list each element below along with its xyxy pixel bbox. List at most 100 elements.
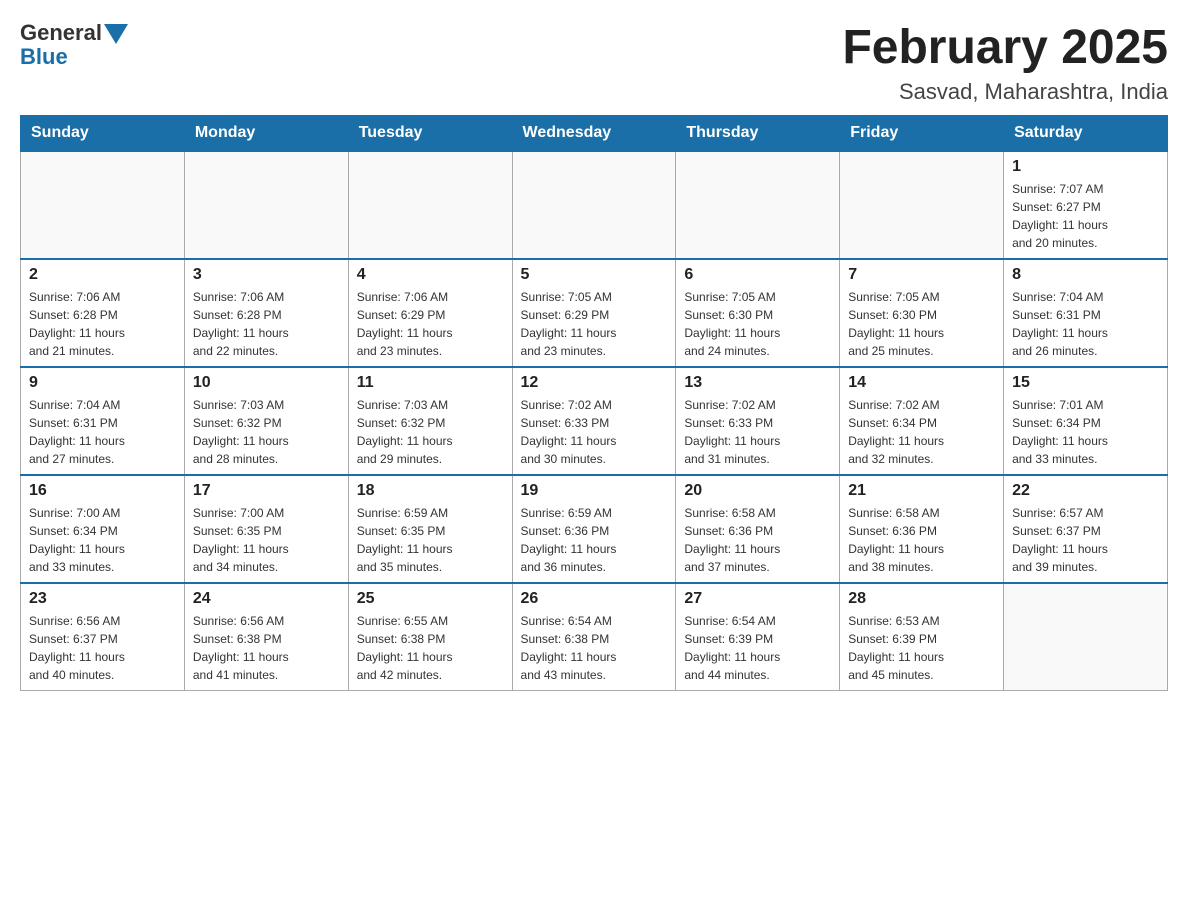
week-row-2: 2 Sunrise: 7:06 AM Sunset: 6:28 PM Daylig… (21, 259, 1168, 367)
day-number: 8 (1012, 266, 1159, 284)
calendar-cell (184, 151, 348, 259)
calendar-cell: 13 Sunrise: 7:02 AM Sunset: 6:33 PM Dayli… (676, 367, 840, 475)
day-info: Sunrise: 6:56 AM Sunset: 6:37 PM Dayligh… (29, 612, 176, 684)
day-info: Sunrise: 6:57 AM Sunset: 6:37 PM Dayligh… (1012, 504, 1159, 576)
day-number: 9 (29, 374, 176, 392)
weekday-header-friday: Friday (840, 116, 1004, 152)
day-number: 26 (521, 590, 668, 608)
day-info: Sunrise: 6:59 AM Sunset: 6:35 PM Dayligh… (357, 504, 504, 576)
calendar-cell: 5 Sunrise: 7:05 AM Sunset: 6:29 PM Daylig… (512, 259, 676, 367)
day-number: 5 (521, 266, 668, 284)
calendar-cell: 22 Sunrise: 6:57 AM Sunset: 6:37 PM Dayli… (1004, 475, 1168, 583)
calendar-cell: 11 Sunrise: 7:03 AM Sunset: 6:32 PM Dayli… (348, 367, 512, 475)
day-info: Sunrise: 7:04 AM Sunset: 6:31 PM Dayligh… (1012, 288, 1159, 360)
weekday-header-wednesday: Wednesday (512, 116, 676, 152)
day-number: 11 (357, 374, 504, 392)
day-number: 3 (193, 266, 340, 284)
day-info: Sunrise: 6:54 AM Sunset: 6:38 PM Dayligh… (521, 612, 668, 684)
day-number: 27 (684, 590, 831, 608)
calendar-cell: 19 Sunrise: 6:59 AM Sunset: 6:36 PM Dayli… (512, 475, 676, 583)
day-number: 12 (521, 374, 668, 392)
weekday-header-row: SundayMondayTuesdayWednesdayThursdayFrid… (21, 116, 1168, 152)
day-info: Sunrise: 7:03 AM Sunset: 6:32 PM Dayligh… (357, 396, 504, 468)
week-row-1: 1 Sunrise: 7:07 AM Sunset: 6:27 PM Daylig… (21, 151, 1168, 259)
day-number: 2 (29, 266, 176, 284)
page-header: General Blue February 2025 Sasvad, Mahar… (20, 20, 1168, 105)
day-info: Sunrise: 7:06 AM Sunset: 6:29 PM Dayligh… (357, 288, 504, 360)
day-number: 23 (29, 590, 176, 608)
day-info: Sunrise: 7:05 AM Sunset: 6:30 PM Dayligh… (848, 288, 995, 360)
weekday-header-saturday: Saturday (1004, 116, 1168, 152)
day-number: 4 (357, 266, 504, 284)
logo-blue-text: Blue (20, 44, 68, 70)
calendar-cell: 4 Sunrise: 7:06 AM Sunset: 6:29 PM Daylig… (348, 259, 512, 367)
day-number: 21 (848, 482, 995, 500)
calendar-cell: 12 Sunrise: 7:02 AM Sunset: 6:33 PM Dayli… (512, 367, 676, 475)
calendar-table: SundayMondayTuesdayWednesdayThursdayFrid… (20, 115, 1168, 691)
calendar-cell: 21 Sunrise: 6:58 AM Sunset: 6:36 PM Dayli… (840, 475, 1004, 583)
calendar-cell: 3 Sunrise: 7:06 AM Sunset: 6:28 PM Daylig… (184, 259, 348, 367)
month-title: February 2025 (842, 20, 1168, 75)
week-row-4: 16 Sunrise: 7:00 AM Sunset: 6:34 PM Dayli… (21, 475, 1168, 583)
logo-triangle-icon (104, 24, 128, 44)
calendar-cell: 28 Sunrise: 6:53 AM Sunset: 6:39 PM Dayli… (840, 583, 1004, 691)
day-info: Sunrise: 7:02 AM Sunset: 6:33 PM Dayligh… (684, 396, 831, 468)
week-row-3: 9Sunrise: 7:04 AM Sunset: 6:31 PM Daylig… (21, 367, 1168, 475)
day-number: 1 (1012, 158, 1159, 176)
weekday-header-tuesday: Tuesday (348, 116, 512, 152)
day-info: Sunrise: 6:58 AM Sunset: 6:36 PM Dayligh… (684, 504, 831, 576)
title-section: February 2025 Sasvad, Maharashtra, India (842, 20, 1168, 105)
day-number: 17 (193, 482, 340, 500)
weekday-header-thursday: Thursday (676, 116, 840, 152)
day-info: Sunrise: 7:00 AM Sunset: 6:35 PM Dayligh… (193, 504, 340, 576)
day-number: 16 (29, 482, 176, 500)
day-number: 10 (193, 374, 340, 392)
day-number: 14 (848, 374, 995, 392)
calendar-cell: 18 Sunrise: 6:59 AM Sunset: 6:35 PM Dayli… (348, 475, 512, 583)
calendar-cell: 14 Sunrise: 7:02 AM Sunset: 6:34 PM Dayli… (840, 367, 1004, 475)
day-number: 28 (848, 590, 995, 608)
day-number: 15 (1012, 374, 1159, 392)
calendar-cell: 20 Sunrise: 6:58 AM Sunset: 6:36 PM Dayli… (676, 475, 840, 583)
calendar-cell (348, 151, 512, 259)
day-info: Sunrise: 7:06 AM Sunset: 6:28 PM Dayligh… (193, 288, 340, 360)
calendar-cell: 27 Sunrise: 6:54 AM Sunset: 6:39 PM Dayli… (676, 583, 840, 691)
weekday-header-sunday: Sunday (21, 116, 185, 152)
day-info: Sunrise: 6:58 AM Sunset: 6:36 PM Dayligh… (848, 504, 995, 576)
day-info: Sunrise: 7:01 AM Sunset: 6:34 PM Dayligh… (1012, 396, 1159, 468)
calendar-cell: 6Sunrise: 7:05 AM Sunset: 6:30 PM Daylig… (676, 259, 840, 367)
calendar-cell (1004, 583, 1168, 691)
day-info: Sunrise: 6:54 AM Sunset: 6:39 PM Dayligh… (684, 612, 831, 684)
logo: General Blue (20, 20, 128, 70)
day-number: 7 (848, 266, 995, 284)
calendar-cell: 23 Sunrise: 6:56 AM Sunset: 6:37 PM Dayli… (21, 583, 185, 691)
day-info: Sunrise: 7:07 AM Sunset: 6:27 PM Dayligh… (1012, 180, 1159, 252)
logo-general-text: General (20, 20, 102, 46)
day-info: Sunrise: 6:55 AM Sunset: 6:38 PM Dayligh… (357, 612, 504, 684)
calendar-cell: 26 Sunrise: 6:54 AM Sunset: 6:38 PM Dayli… (512, 583, 676, 691)
day-number: 20 (684, 482, 831, 500)
calendar-cell: 10 Sunrise: 7:03 AM Sunset: 6:32 PM Dayli… (184, 367, 348, 475)
day-info: Sunrise: 7:02 AM Sunset: 6:34 PM Dayligh… (848, 396, 995, 468)
calendar-cell (21, 151, 185, 259)
day-info: Sunrise: 6:53 AM Sunset: 6:39 PM Dayligh… (848, 612, 995, 684)
weekday-header-monday: Monday (184, 116, 348, 152)
day-info: Sunrise: 7:05 AM Sunset: 6:29 PM Dayligh… (521, 288, 668, 360)
day-number: 13 (684, 374, 831, 392)
day-info: Sunrise: 7:02 AM Sunset: 6:33 PM Dayligh… (521, 396, 668, 468)
calendar-cell: 1 Sunrise: 7:07 AM Sunset: 6:27 PM Daylig… (1004, 151, 1168, 259)
day-number: 18 (357, 482, 504, 500)
location-title: Sasvad, Maharashtra, India (842, 79, 1168, 105)
calendar-cell (676, 151, 840, 259)
calendar-cell (840, 151, 1004, 259)
day-number: 6 (684, 266, 831, 284)
calendar-cell: 15 Sunrise: 7:01 AM Sunset: 6:34 PM Dayli… (1004, 367, 1168, 475)
day-info: Sunrise: 7:00 AM Sunset: 6:34 PM Dayligh… (29, 504, 176, 576)
week-row-5: 23 Sunrise: 6:56 AM Sunset: 6:37 PM Dayli… (21, 583, 1168, 691)
day-number: 25 (357, 590, 504, 608)
day-number: 22 (1012, 482, 1159, 500)
day-info: Sunrise: 7:03 AM Sunset: 6:32 PM Dayligh… (193, 396, 340, 468)
day-info: Sunrise: 6:59 AM Sunset: 6:36 PM Dayligh… (521, 504, 668, 576)
calendar-cell: 24Sunrise: 6:56 AM Sunset: 6:38 PM Dayli… (184, 583, 348, 691)
day-number: 19 (521, 482, 668, 500)
